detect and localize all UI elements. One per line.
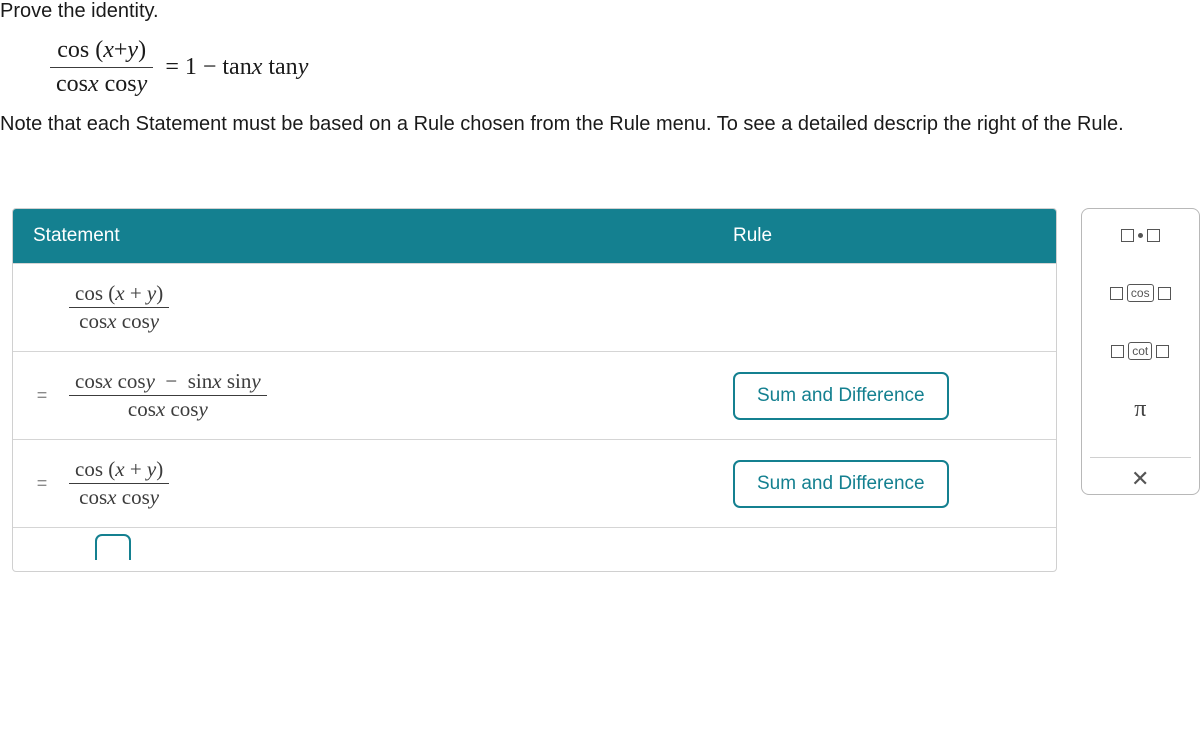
statement-expression[interactable]: cosx cosy − sinx siny cosx cosy	[69, 371, 267, 420]
table-row: = cos (x + y) cosx cosy Sum and Differen…	[13, 439, 1056, 527]
trig-cos-button[interactable]: cos	[1090, 279, 1191, 307]
cot-label: cot	[1128, 342, 1152, 360]
equals-sign: =	[33, 385, 51, 406]
placeholder-box-icon	[1111, 345, 1124, 358]
instruction-note: Note that each Statement must be based o…	[0, 108, 1200, 148]
proof-table: Statement Rule cos (x + y) cosx cosy =	[12, 208, 1057, 572]
operator-box-dot-box[interactable]	[1090, 221, 1191, 249]
placeholder-box-icon	[1156, 345, 1169, 358]
table-row: cos (x + y) cosx cosy	[13, 263, 1056, 351]
equals-sign: =	[33, 473, 51, 494]
header-rule: Rule	[713, 209, 1056, 263]
rule-menu-panel: cos cot π ✕	[1081, 208, 1200, 495]
rule-selector[interactable]: Sum and Difference	[733, 372, 949, 420]
rule-cell[interactable]	[713, 294, 1056, 322]
problem-prompt: Prove the identity.	[0, 0, 1200, 33]
trig-cot-button[interactable]: cot	[1090, 337, 1191, 365]
placeholder-box-icon	[1147, 229, 1160, 242]
rule-selector-stub[interactable]	[95, 534, 131, 560]
placeholder-box-icon	[1158, 287, 1171, 300]
identity-expression: cos (x+y) cosx cosy = 1 − tanx tany	[0, 33, 1200, 108]
header-statement: Statement	[13, 209, 713, 263]
statement-expression[interactable]: cos (x + y) cosx cosy	[69, 283, 169, 332]
close-icon[interactable]: ✕	[1131, 468, 1149, 490]
placeholder-box-icon	[1121, 229, 1134, 242]
cos-label: cos	[1127, 284, 1154, 302]
statement-expression[interactable]: cos (x + y) cosx cosy	[69, 459, 169, 508]
placeholder-box-icon	[1110, 287, 1123, 300]
pi-button[interactable]: π	[1090, 395, 1191, 423]
table-header-row: Statement Rule	[13, 209, 1056, 263]
rule-selector[interactable]: Sum and Difference	[733, 460, 949, 508]
dot-icon	[1138, 233, 1143, 238]
table-row: = cosx cosy − sinx siny cosx cosy Sum an…	[13, 351, 1056, 439]
table-row	[13, 527, 1056, 571]
